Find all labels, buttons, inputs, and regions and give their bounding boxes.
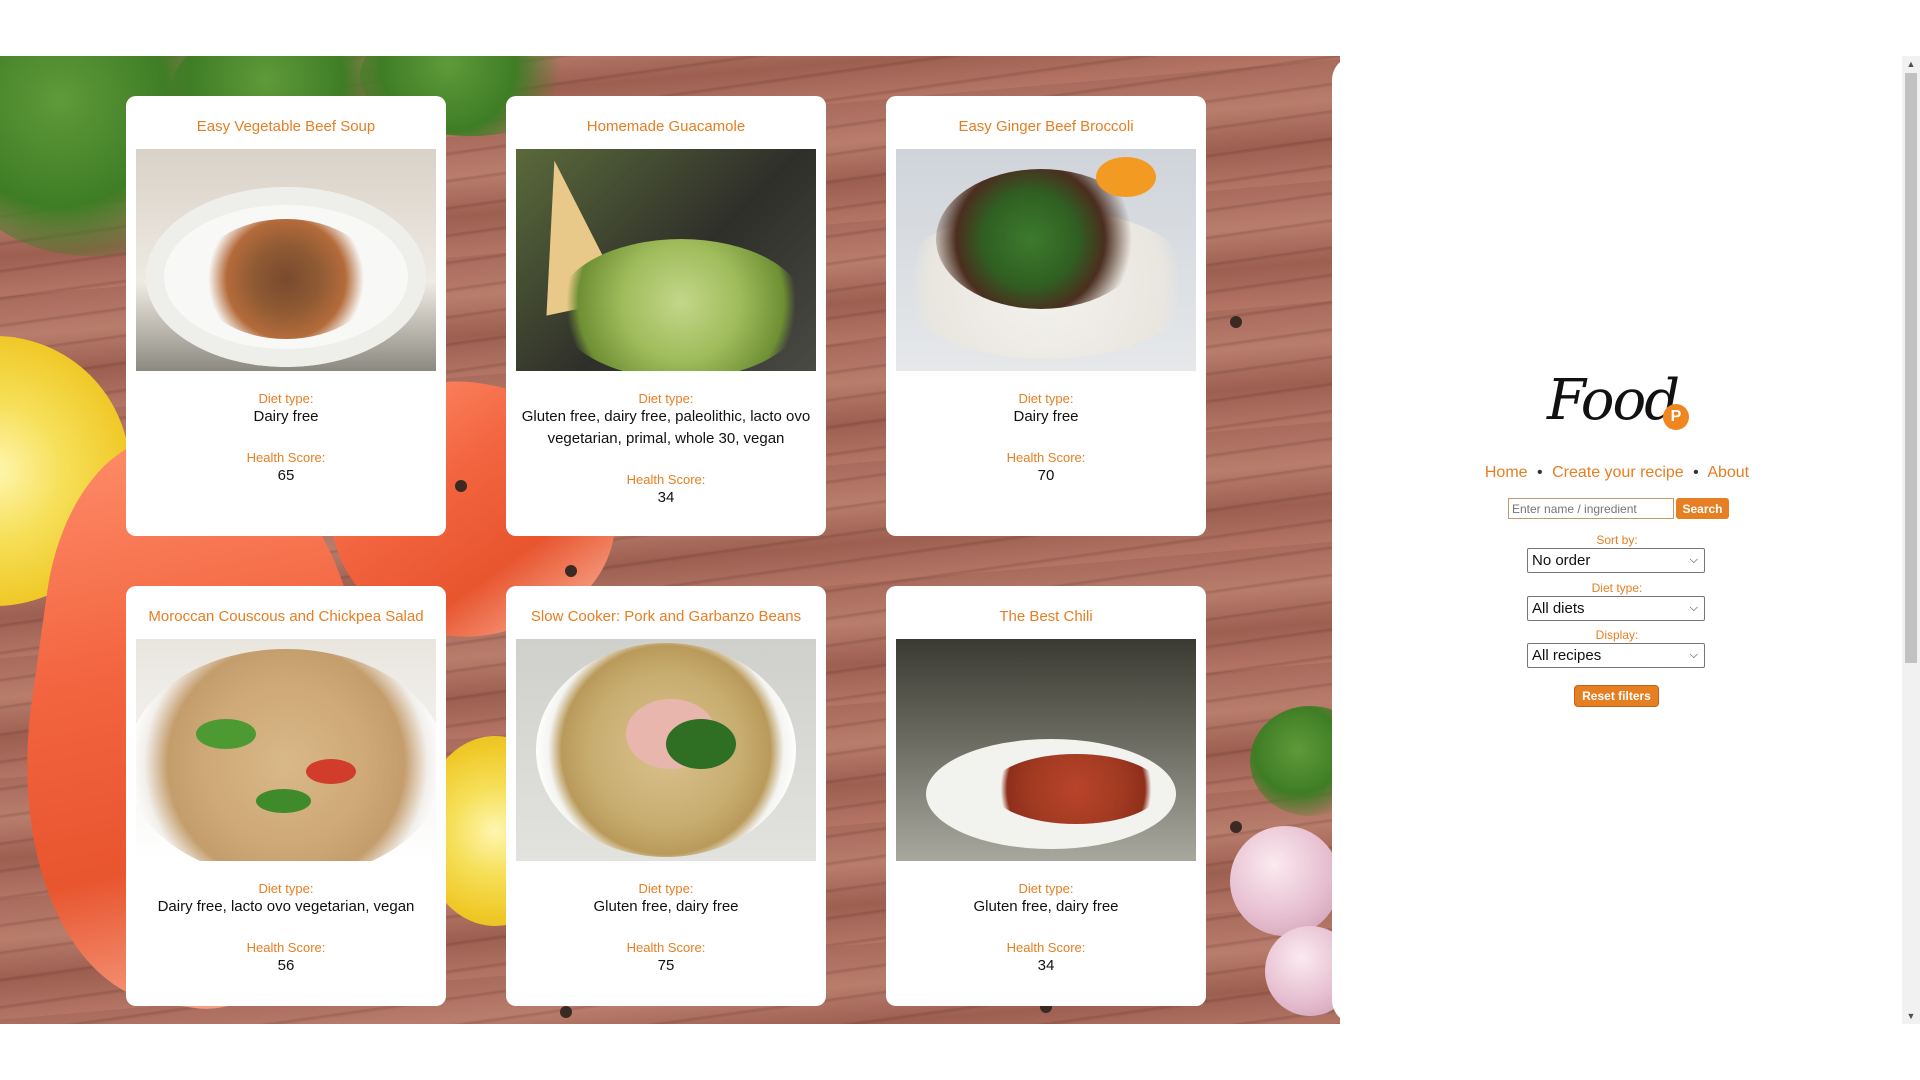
health-score-value: 56: [277, 957, 295, 974]
page-scrollbar[interactable]: ▲ ▼: [1902, 56, 1920, 1024]
scroll-up-arrow-icon[interactable]: ▲: [1902, 56, 1920, 72]
health-score-label: Health Score:: [1006, 450, 1086, 465]
diet-type-value: Gluten free, dairy free, paleolithic, la…: [521, 408, 811, 447]
main-nav: Home • Create your recipe • About: [1332, 464, 1902, 482]
diet-type-select-value: All diets: [1532, 600, 1585, 617]
nav-separator: •: [1537, 464, 1543, 481]
diet-type-value: Gluten free, dairy free: [973, 898, 1119, 915]
sort-by-select[interactable]: No order ⌵: [1527, 548, 1705, 573]
health-score-value: 34: [657, 489, 675, 506]
search-button[interactable]: Search: [1676, 498, 1729, 519]
food-logo[interactable]: Food P: [1547, 368, 1697, 448]
recipe-image[interactable]: [516, 639, 816, 861]
display-label: Display:: [1595, 628, 1639, 642]
diet-type-filter-label: Diet type:: [1591, 581, 1643, 595]
app-viewport: Easy Vegetable Beef Soup Diet type: Dair…: [0, 56, 1920, 1024]
recipe-card[interactable]: The Best Chili Diet type: Gluten free, d…: [886, 586, 1206, 1006]
nav-home-link[interactable]: Home: [1485, 464, 1528, 481]
recipe-card[interactable]: Easy Vegetable Beef Soup Diet type: Dair…: [126, 96, 446, 536]
logo-badge: P: [1663, 404, 1689, 430]
recipe-image[interactable]: [516, 149, 816, 371]
health-score-label: Health Score:: [246, 450, 326, 465]
nav-create-recipe-link[interactable]: Create your recipe: [1552, 464, 1684, 481]
health-score-label: Health Score:: [626, 472, 706, 487]
recipe-card[interactable]: Homemade Guacamole Diet type: Gluten fre…: [506, 96, 826, 536]
search-input[interactable]: [1508, 498, 1674, 519]
diet-type-value: Dairy free: [253, 408, 319, 425]
recipe-card[interactable]: Easy Ginger Beef Broccoli Diet type: Dai…: [886, 96, 1206, 536]
recipe-image[interactable]: [136, 639, 436, 861]
recipe-title[interactable]: Moroccan Couscous and Chickpea Salad: [126, 608, 446, 625]
recipe-card[interactable]: Slow Cooker: Pork and Garbanzo Beans Die…: [506, 586, 826, 1006]
diet-type-value: Dairy free: [1013, 408, 1079, 425]
health-score-value: 34: [1037, 957, 1055, 974]
reset-filters-button[interactable]: Reset filters: [1574, 685, 1659, 707]
health-score-value: 70: [1037, 467, 1055, 484]
recipe-image[interactable]: [136, 149, 436, 371]
diet-type-value: Dairy free, lacto ovo vegetarian, vegan: [157, 898, 415, 915]
recipe-title[interactable]: Easy Ginger Beef Broccoli: [886, 118, 1206, 135]
recipe-card[interactable]: Moroccan Couscous and Chickpea Salad Die…: [126, 586, 446, 1006]
diet-type-label: Diet type:: [638, 391, 694, 406]
health-score-label: Health Score:: [246, 940, 326, 955]
recipe-title[interactable]: Homemade Guacamole: [506, 118, 826, 135]
sidebar-panel: Food P Home • Create your recipe • About…: [1332, 56, 1902, 1024]
recipe-image[interactable]: [896, 149, 1196, 371]
diet-type-label: Diet type:: [1018, 391, 1074, 406]
sort-by-value: No order: [1532, 552, 1591, 569]
health-score-value: 65: [277, 467, 295, 484]
display-select-value: All recipes: [1532, 647, 1602, 664]
scrollbar-thumb[interactable]: [1905, 73, 1917, 663]
chevron-down-icon: ⌵: [1689, 602, 1698, 614]
diet-type-label: Diet type:: [258, 391, 314, 406]
diet-type-label: Diet type:: [1018, 881, 1074, 896]
nav-separator: •: [1693, 464, 1699, 481]
nav-about-link[interactable]: About: [1707, 464, 1749, 481]
recipe-title[interactable]: Slow Cooker: Pork and Garbanzo Beans: [506, 608, 826, 625]
recipe-image[interactable]: [896, 639, 1196, 861]
diet-type-select[interactable]: All diets ⌵: [1527, 596, 1705, 621]
sort-by-label: Sort by:: [1596, 533, 1638, 547]
health-score-label: Health Score:: [626, 940, 706, 955]
display-select[interactable]: All recipes ⌵: [1527, 643, 1705, 668]
diet-type-label: Diet type:: [638, 881, 694, 896]
health-score-value: 75: [657, 957, 675, 974]
diet-type-label: Diet type:: [258, 881, 314, 896]
chevron-down-icon: ⌵: [1689, 649, 1698, 661]
chevron-down-icon: ⌵: [1689, 554, 1698, 566]
recipe-title[interactable]: Easy Vegetable Beef Soup: [126, 118, 446, 135]
health-score-label: Health Score:: [1006, 940, 1086, 955]
scroll-down-arrow-icon[interactable]: ▼: [1902, 1008, 1920, 1024]
search-bar: Search: [1508, 498, 1729, 519]
recipe-title[interactable]: The Best Chili: [886, 608, 1206, 625]
diet-type-value: Gluten free, dairy free: [593, 898, 739, 915]
logo-text: Food: [1547, 368, 1680, 433]
